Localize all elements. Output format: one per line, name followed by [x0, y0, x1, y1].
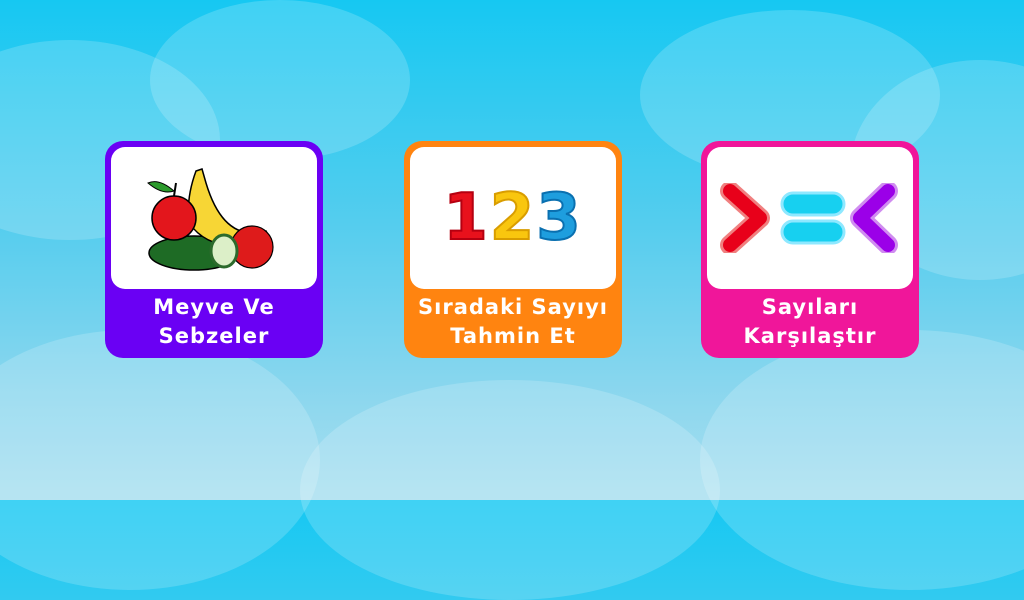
card-fruits-vegetables[interactable]: Meyve Ve Sebzeler [105, 141, 323, 358]
card-title-line2: Sebzeler [158, 324, 270, 348]
card-guess-next-number[interactable]: 123 Sıradaki Sayıyı Tahmin Et [404, 141, 622, 358]
card-title-line2: Tahmin Et [450, 324, 576, 348]
numbers-123-icon: 123 [442, 180, 583, 256]
card-title-line1: Sıradaki Sayıyı [418, 295, 608, 319]
compare-symbols-icon [720, 183, 898, 253]
card-compare-numbers[interactable]: Sayıları Karşılaştır [701, 141, 919, 358]
card-title-line2: Karşılaştır [743, 324, 877, 348]
fruits-vegetables-icon [147, 168, 274, 271]
card-title-line1: Sayıları [761, 295, 859, 319]
card-title-line1: Meyve Ve [153, 295, 275, 319]
